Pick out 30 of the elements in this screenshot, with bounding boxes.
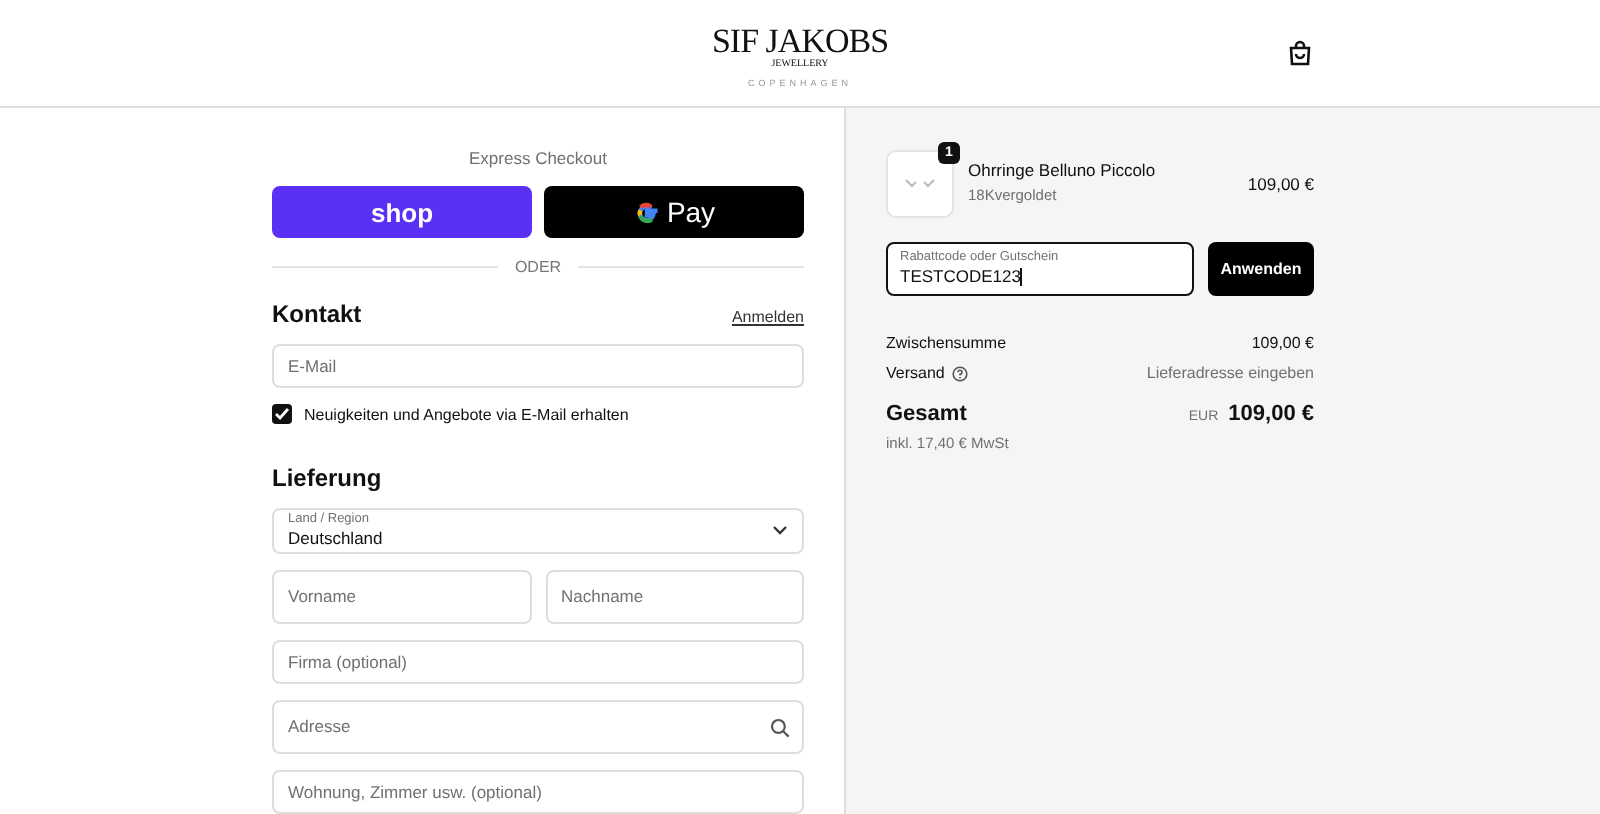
google-pay-button[interactable]: Pay bbox=[544, 186, 804, 238]
company-field[interactable]: Firma (optional) bbox=[272, 639, 804, 684]
shopping-bag-icon[interactable] bbox=[1288, 40, 1312, 66]
help-icon[interactable] bbox=[952, 365, 969, 381]
apply-button[interactable]: Anwenden bbox=[1208, 242, 1314, 296]
last-name-field[interactable]: Nachname bbox=[545, 569, 804, 623]
total-label: Gesamt bbox=[886, 402, 967, 426]
checkbox[interactable] bbox=[272, 404, 292, 425]
total-value: 109,00 € bbox=[1228, 402, 1314, 426]
earring-icon bbox=[904, 178, 936, 190]
divider-label: ODER bbox=[514, 258, 562, 276]
chevron-down-icon bbox=[772, 524, 788, 537]
search-icon[interactable] bbox=[770, 717, 790, 738]
email-field[interactable]: E-Mail bbox=[272, 344, 804, 389]
section-heading: Kontakt bbox=[272, 300, 362, 328]
subtotal-value: 109,00 € bbox=[1251, 334, 1314, 352]
apartment-field[interactable]: Wohnung, Zimmer usw. (optional) bbox=[272, 769, 804, 814]
shipping-value: Lieferadresse eingeben bbox=[1146, 364, 1314, 382]
google-g-icon bbox=[632, 197, 663, 227]
product-price: 109,00 € bbox=[1247, 174, 1314, 194]
section-heading: Lieferung bbox=[272, 464, 382, 493]
first-name-field[interactable]: Vorname bbox=[272, 569, 531, 623]
express-checkout-title: Express Checkout bbox=[467, 148, 609, 168]
shop-pay-button[interactable]: shop bbox=[272, 186, 532, 238]
subtotal-label: Zwischensumme bbox=[886, 334, 1007, 352]
checkbox-label: Neuigkeiten und Angebote via E-Mail erhalten bbox=[304, 405, 629, 424]
login-link[interactable]: Anmelden bbox=[731, 308, 804, 326]
product-name: Ohrringe Belluno Piccolo bbox=[968, 159, 1158, 179]
shipping-label: Versand bbox=[886, 364, 945, 382]
address-field[interactable]: Adresse bbox=[272, 699, 804, 754]
